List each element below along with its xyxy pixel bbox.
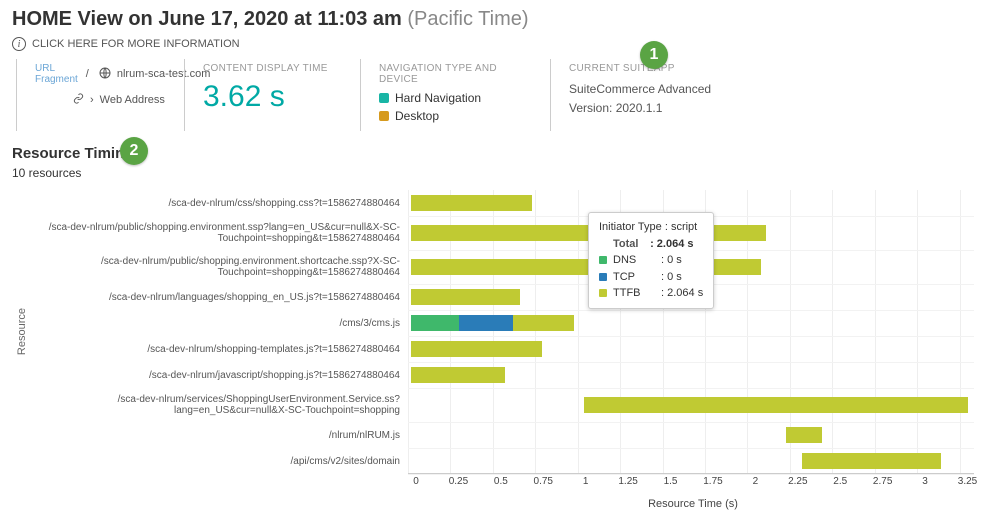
x-tick: 1.5 (664, 476, 678, 487)
resource-label: /nlrum/nlRUM.js (28, 422, 408, 448)
resource-bar[interactable] (411, 367, 504, 383)
resource-bar-segment[interactable] (513, 315, 574, 331)
chevron-right-icon: › (90, 94, 94, 106)
resource-label: /sca-dev-nlrum/shopping-templates.js?t=1… (28, 336, 408, 362)
resource-label: /sca-dev-nlrum/public/shopping.environme… (28, 250, 408, 284)
suiteapp-version: Version: 2020.1.1 (569, 99, 752, 118)
x-tick: 0.25 (449, 476, 468, 487)
x-tick: 0.5 (494, 476, 508, 487)
resource-label: /sca-dev-nlrum/javascript/shopping.js?t=… (28, 362, 408, 388)
resource-label: /sca-dev-nlrum/public/shopping.environme… (28, 216, 408, 250)
resource-bar[interactable] (411, 289, 520, 305)
x-tick: 2.5 (833, 476, 847, 487)
x-tick: 2 (753, 476, 759, 487)
x-tick: 0 (413, 476, 419, 487)
callout-badge-2: 2 (120, 137, 148, 165)
content-display-time-panel: CONTENT DISPLAY TIME 3.62 s (184, 59, 360, 131)
resource-bar-segment[interactable] (411, 315, 459, 331)
x-tick: 2.75 (873, 476, 892, 487)
section-title: Resource Timing (12, 145, 133, 162)
x-tick: 1 (583, 476, 589, 487)
resource-label: /api/cms/v2/sites/domain (28, 448, 408, 474)
resource-bar[interactable] (411, 341, 542, 357)
suiteapp-panel: CURRENT SUITEAPP SuiteCommerce Advanced … (550, 59, 770, 131)
y-axis-label: Resource (12, 308, 28, 355)
square-icon (379, 93, 389, 103)
resource-label: /sca-dev-nlrum/services/ShoppingUserEnvi… (28, 388, 408, 422)
resource-bar[interactable] (584, 397, 968, 413)
url-slash: / (86, 68, 89, 80)
x-tick: 1.25 (618, 476, 637, 487)
square-icon (379, 111, 389, 121)
url-panel: URL Fragment / nlrum-sca-test.com › Web … (16, 59, 184, 131)
web-address-label: Web Address (100, 94, 165, 106)
page-title: HOME View on June 17, 2020 at 11:03 am (… (12, 8, 974, 31)
globe-icon (99, 67, 111, 82)
x-tick: 3 (922, 476, 928, 487)
x-tick: 2.25 (788, 476, 807, 487)
x-axis-label: Resource Time (s) (412, 498, 974, 510)
url-fragment-label: URL Fragment (35, 63, 78, 85)
navigation-panel: NAVIGATION TYPE AND DEVICE Hard Navigati… (360, 59, 550, 131)
suiteapp-name: SuiteCommerce Advanced (569, 80, 752, 99)
resource-label: /sca-dev-nlrum/css/shopping.css?t=158627… (28, 190, 408, 216)
resource-bar[interactable] (802, 453, 941, 469)
x-tick: 1.75 (703, 476, 722, 487)
info-icon: i (12, 37, 26, 51)
resource-label: /cms/3/cms.js (28, 310, 408, 336)
content-display-time-value: 3.62 s (203, 80, 342, 114)
callout-badge-1: 1 (640, 41, 668, 69)
x-tick: 3.25 (958, 476, 977, 487)
link-icon (73, 93, 84, 107)
tooltip: Initiator Type : script Total : 2.064 s … (588, 212, 714, 309)
resource-label: /sca-dev-nlrum/languages/shopping_en_US.… (28, 284, 408, 310)
info-link[interactable]: i CLICK HERE FOR MORE INFORMATION (12, 37, 974, 51)
resource-count: 10 resources (12, 166, 974, 180)
resource-bar[interactable] (411, 195, 531, 211)
resource-bar[interactable] (786, 427, 822, 443)
resource-bar-segment[interactable] (459, 315, 513, 331)
x-tick: 0.75 (534, 476, 553, 487)
